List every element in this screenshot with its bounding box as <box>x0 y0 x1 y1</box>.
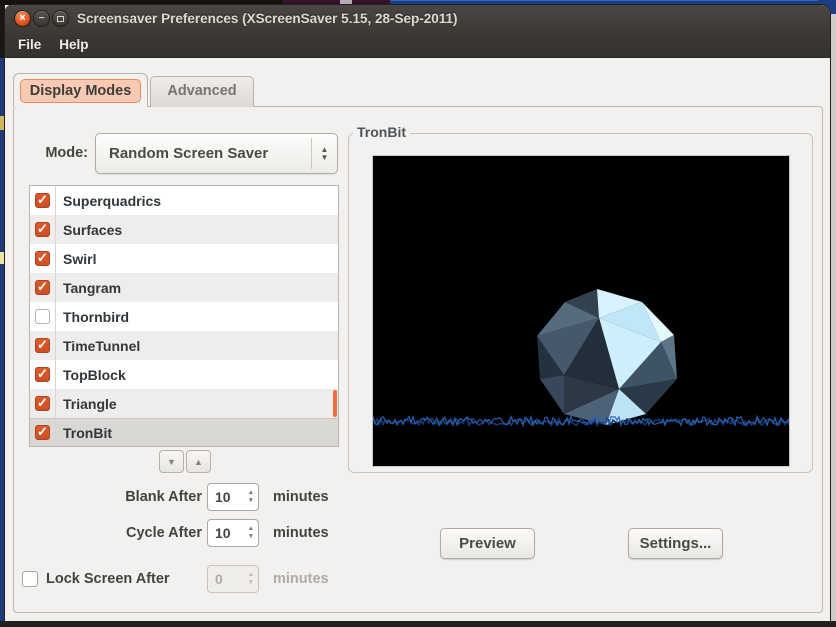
cycle-after-unit: minutes <box>273 519 329 547</box>
tab-display-modes-label: Display Modes <box>20 79 142 103</box>
checkbox-cell <box>30 389 56 418</box>
checkbox-cell <box>30 186 56 215</box>
minimize-icon: − <box>34 11 49 26</box>
saver-row[interactable]: Thornbird <box>30 302 338 331</box>
maximize-button[interactable] <box>52 10 69 27</box>
cycle-after-label: Cycle After <box>65 519 202 547</box>
saver-name: Swirl <box>56 251 96 267</box>
lock-screen-label: Lock Screen After <box>46 565 170 593</box>
lock-after-spinner: 0 ▲▼ <box>207 565 259 593</box>
move-down-button[interactable]: ▼ <box>159 450 184 473</box>
move-up-button[interactable]: ▲ <box>186 450 211 473</box>
saver-checkbox[interactable] <box>35 396 50 411</box>
saver-checkbox[interactable] <box>35 222 50 237</box>
close-icon: × <box>15 11 30 26</box>
screen: × − Screensaver Preferences (XScreenSave… <box>0 0 836 627</box>
saver-name: TimeTunnel <box>56 338 140 354</box>
saver-row[interactable]: Superquadrics <box>30 186 338 215</box>
menu-file[interactable]: File <box>9 32 50 58</box>
minimize-button[interactable]: − <box>33 10 50 27</box>
saver-row[interactable]: Swirl <box>30 244 338 273</box>
saver-checkbox[interactable] <box>35 425 50 440</box>
menubar: File Help <box>5 32 98 58</box>
checkbox-cell <box>30 273 56 302</box>
mode-select[interactable]: Random Screen Saver ▲▼ <box>95 133 338 174</box>
desktop-strip <box>0 621 836 627</box>
mode-label: Mode: <box>19 133 88 174</box>
menu-help[interactable]: Help <box>50 32 97 58</box>
desktop-strip <box>830 14 836 621</box>
saver-checkbox[interactable] <box>35 338 50 353</box>
saver-row[interactable]: Triangle <box>30 389 338 418</box>
saver-row[interactable]: TopBlock <box>30 360 338 389</box>
checkbox-cell <box>30 244 56 273</box>
preview-button[interactable]: Preview <box>440 528 535 559</box>
blank-after-label: Blank After <box>65 483 202 511</box>
checkbox-cell <box>30 331 56 360</box>
scrollbar-thumb[interactable] <box>333 390 337 417</box>
saver-row[interactable]: TimeTunnel <box>30 331 338 360</box>
settings-button[interactable]: Settings... <box>628 528 723 559</box>
maximize-icon <box>53 11 68 26</box>
checkbox-cell <box>30 418 56 447</box>
cycle-after-spinner[interactable]: 10 ▲▼ <box>207 519 259 547</box>
saver-name: Superquadrics <box>56 193 161 209</box>
blank-after-unit: minutes <box>273 483 329 511</box>
lock-screen-checkbox[interactable] <box>22 571 38 587</box>
arrow-up-icon: ▲ <box>194 457 203 467</box>
spinner-arrows-icon: ▲▼ <box>248 568 254 590</box>
saver-row[interactable]: TronBit <box>30 418 338 447</box>
saver-name: Tangram <box>56 280 121 296</box>
tronbit-render <box>373 156 789 466</box>
screensaver-preview <box>372 155 790 467</box>
desktop-strip <box>340 0 352 4</box>
mode-select-value: Random Screen Saver <box>109 134 268 173</box>
tab-display-modes[interactable]: Display Modes <box>13 73 148 107</box>
preview-group-title: TronBit <box>353 124 410 140</box>
saver-checkbox[interactable] <box>35 251 50 266</box>
saver-name: Surfaces <box>56 222 122 238</box>
cycle-after-value: 10 <box>215 520 231 546</box>
saver-checkbox[interactable] <box>35 193 50 208</box>
window-title: Screensaver Preferences (XScreenSaver 5.… <box>77 5 458 32</box>
blank-after-value: 10 <box>215 484 231 510</box>
xscreensaver-window: × − Screensaver Preferences (XScreenSave… <box>5 5 830 621</box>
saver-name: Thornbird <box>56 309 129 325</box>
saver-row[interactable]: Tangram <box>30 273 338 302</box>
lock-after-value: 0 <box>215 566 223 592</box>
checkbox-cell <box>30 302 56 331</box>
combo-spinner-icons[interactable]: ▲▼ <box>311 138 337 169</box>
lock-after-unit: minutes <box>273 565 329 593</box>
saver-name: TronBit <box>56 425 112 441</box>
checkbox-cell <box>30 360 56 389</box>
saver-checkbox[interactable] <box>35 309 50 324</box>
window-header: × − Screensaver Preferences (XScreenSave… <box>5 5 830 58</box>
saver-row[interactable]: Surfaces <box>30 215 338 244</box>
saver-name: TopBlock <box>56 367 126 383</box>
arrow-down-icon: ▼ <box>167 457 176 467</box>
saver-list[interactable]: Superquadrics Surfaces Swirl Tangram Thornbi… <box>29 185 339 447</box>
blank-after-spinner[interactable]: 10 ▲▼ <box>207 483 259 511</box>
spinner-arrows-icon[interactable]: ▲▼ <box>248 522 254 544</box>
saver-name: Triangle <box>56 396 117 412</box>
checkbox-cell <box>30 215 56 244</box>
close-button[interactable]: × <box>14 10 31 27</box>
tab-advanced[interactable]: Advanced <box>150 76 254 107</box>
saver-checkbox[interactable] <box>35 280 50 295</box>
spinner-arrows-icon[interactable]: ▲▼ <box>248 486 254 508</box>
saver-checkbox[interactable] <box>35 367 50 382</box>
